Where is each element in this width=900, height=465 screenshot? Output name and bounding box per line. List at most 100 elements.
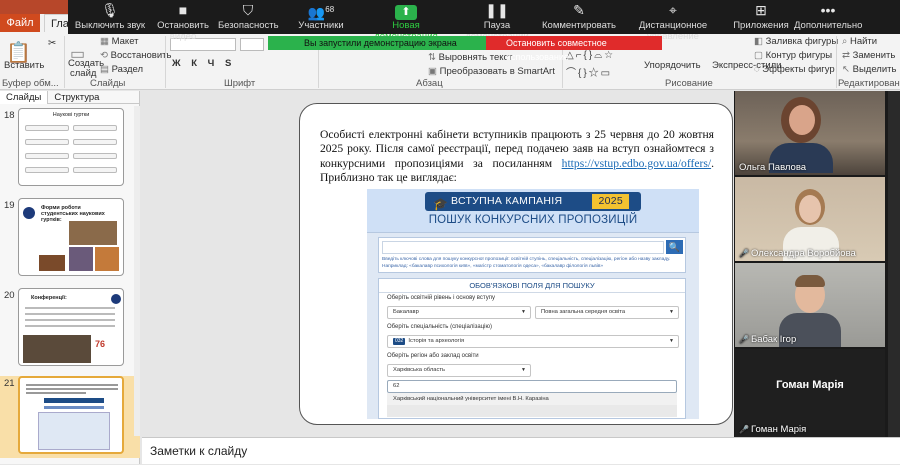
video-camera-icon: ■	[178, 2, 188, 18]
mic-off-icon: 🎤	[739, 425, 749, 434]
font-format-buttons[interactable]: Ж К Ч S	[172, 58, 235, 69]
filters-panel: ОБОВ'ЯЗКОВІ ПОЛЯ ДЛЯ ПОШУКУ Оберіть осві…	[378, 278, 686, 419]
microphone-icon: 🎙	[101, 2, 119, 18]
search-title: ПОШУК КОНКУРСНИХ ПРОПОЗИЦІЙ	[428, 214, 638, 226]
layout-button[interactable]: ▦ Макет	[100, 36, 139, 47]
video-tile[interactable]: 🎤 Олександра Воробйова	[735, 177, 885, 261]
video-tile[interactable]: 🎤 Бабак Ігор	[735, 263, 885, 347]
share-status-banner: Вы запустили демонстрацию экрана	[268, 36, 486, 50]
remote-control-button[interactable]: ⌖ Дистанционное управление	[616, 0, 730, 42]
font-size-select[interactable]	[240, 38, 264, 51]
search-box: 🔍 Введіть ключові слова для пошуку конку…	[378, 237, 686, 273]
participant-name: 🎤 Гоман Марія	[739, 424, 807, 435]
filters-title: ОБОВ'ЯЗКОВІ ПОЛЯ ДЛЯ ПОШУКУ	[379, 281, 685, 293]
clipboard-group-label: Буфер обм...	[2, 78, 59, 89]
replace-button[interactable]: ⇄ Заменить	[842, 50, 895, 61]
stop-share-button[interactable]: Остановить совместное использование	[486, 36, 662, 62]
arrange-button[interactable]: Упорядочить	[644, 60, 701, 71]
base-select: Повна загальна середня освіта ▼	[535, 306, 679, 319]
smartart-button[interactable]: ▣ Преобразовать в SmartArt	[428, 66, 555, 77]
new-share-icon: ⬆	[364, 0, 448, 20]
participant-name: 🎤 Олександра Воробйова	[739, 248, 856, 259]
apps-button[interactable]: ⊞ Приложения	[730, 0, 792, 34]
participant-name-center: Гоман Марія	[776, 379, 844, 391]
graduation-cap-icon: 🎓	[433, 197, 449, 211]
cut-icon[interactable]: ✂	[48, 38, 56, 49]
shape-effects-button[interactable]: ◌ Эффекты фигур	[754, 64, 835, 75]
tab-slides[interactable]: Слайды	[0, 91, 49, 104]
pause-share-button[interactable]: ❚❚Пауза демонстрации	[456, 0, 538, 42]
remote-control-icon: ⌖	[669, 2, 677, 18]
slide-number: 18	[4, 110, 15, 121]
slides-panel: Слайды Структура 18 Наукові гуртки 19 Фор…	[0, 91, 140, 464]
font-group-label: Шрифт	[224, 78, 256, 89]
institution-input: 62	[387, 380, 677, 393]
institution-suggestion: Харківський національний університет іме…	[387, 393, 677, 405]
level-label: Оберіть освітній рівень і основу вступу	[387, 295, 495, 301]
video-tile[interactable]: Ольга Павлова	[735, 91, 885, 175]
divider	[165, 36, 166, 88]
drawing-group-label: Рисование	[665, 78, 713, 89]
zoom-meeting-toolbar: 🎙 Выключить звук ■ Остановить видео ⛉ Безоп…	[68, 0, 900, 42]
current-slide[interactable]: Особисті електронні кабінети вступників …	[299, 103, 733, 425]
divider	[64, 36, 65, 88]
participant-name: 🎤 Бабак Ігор	[739, 334, 797, 345]
slides-panel-tabs: Слайды Структура	[0, 91, 139, 104]
more-icon: •••	[820, 2, 836, 18]
slide-thumbnail-18[interactable]: 18 Наукові гуртки	[0, 108, 140, 190]
slide-thumbnail-20[interactable]: 20 Конференції: 76	[0, 288, 140, 370]
slide-body-text[interactable]: Особисті електронні кабінети вступників …	[320, 128, 714, 185]
video-gallery-scrollbar[interactable]	[888, 91, 900, 437]
tab-outline[interactable]: Структура	[48, 91, 105, 104]
screenshot-header: 🎓 ВСТУПНА КАМПАНІЯ 2025 ПОШУК КОНКУРСНИХ…	[367, 189, 699, 233]
find-button[interactable]: ⌕ Найти	[842, 36, 877, 47]
participant-name: Ольга Павлова	[739, 162, 807, 173]
align-text-button[interactable]: ⇅ Выровнять текст	[428, 52, 513, 63]
pause-icon: ❚❚	[485, 2, 509, 18]
paste-button[interactable]: Вставить	[4, 60, 44, 71]
annotate-button[interactable]: ✎ Комментировать	[542, 0, 616, 34]
mic-off-icon: 🎤	[739, 249, 749, 258]
video-gallery: Ольга Павлова 🎤 Олександра Воробйова 🎤 Баб…	[734, 91, 900, 437]
slides-group-label: Слайды	[90, 78, 126, 89]
section-button[interactable]: ▤ Раздел	[100, 64, 143, 75]
suggestion-row	[387, 405, 677, 417]
tab-file[interactable]: Файл	[0, 14, 40, 32]
apps-icon: ⊞	[755, 2, 767, 18]
new-share-button[interactable]: ⬆Новая демонстрация	[364, 0, 448, 42]
search-hint: Введіть ключові слова для пошуку конкурс…	[382, 257, 671, 262]
slide-preview	[18, 376, 124, 454]
pencil-icon: ✎	[573, 2, 585, 18]
mic-off-icon: 🎤	[739, 335, 749, 344]
slides-panel-scrollbar[interactable]	[134, 106, 140, 436]
participants-button[interactable]: 👥68 Участники	[290, 0, 352, 34]
slide-notes[interactable]: Заметки к слайду	[142, 437, 900, 464]
slide-thumbnail-21[interactable]: 21	[0, 376, 140, 458]
slide-preview: Форми роботи студентських наукових гуртк…	[18, 198, 124, 276]
shield-icon: ⛉	[242, 2, 254, 18]
slide-thumbnail-19[interactable]: 19 Форми роботи студентських наукових гу…	[0, 198, 140, 280]
more-button[interactable]: ••• Дополнительно	[794, 0, 862, 34]
mute-button[interactable]: 🎙 Выключить звук	[74, 0, 146, 34]
campaign-banner: 🎓 ВСТУПНА КАМПАНІЯ 2025	[425, 192, 641, 211]
level-select: Бакалавр ▼	[387, 306, 531, 319]
shapes-gallery[interactable]: △⌐{}⌓☆	[566, 50, 615, 61]
select-button[interactable]: ↖ Выделить	[842, 64, 896, 75]
shapes-gallery-row2[interactable]: ⌒{}☆▭	[566, 64, 612, 79]
offers-link[interactable]: https://vstup.edbo.gov.ua/offers/	[562, 157, 711, 170]
slide-number: 19	[4, 200, 15, 211]
campaign-year: 2025	[592, 194, 629, 209]
search-input	[382, 241, 664, 254]
video-tile[interactable]: Гоман Марія 🎤 Гоман Марія	[735, 349, 885, 437]
participants-icon: 👥68	[307, 4, 335, 21]
embedded-screenshot: 🎓 ВСТУПНА КАМПАНІЯ 2025 ПОШУК КОНКУРСНИХ…	[367, 189, 699, 419]
security-button[interactable]: ⛉ Безопасность	[218, 0, 279, 34]
slide-number: 20	[4, 290, 15, 301]
stop-video-button[interactable]: ■ Остановить видео	[146, 0, 220, 42]
shape-fill-button[interactable]: ◧ Заливка фигуры	[754, 36, 838, 47]
reset-button[interactable]: ⟲ Восстановить	[100, 50, 171, 61]
region-select: Харківська область ▼	[387, 364, 531, 377]
region-label: Оберіть регіон або заклад освіти	[387, 353, 479, 359]
shape-outline-button[interactable]: ▢ Контур фигуры	[754, 50, 832, 61]
slide-title: Наукові гуртки	[52, 112, 90, 118]
